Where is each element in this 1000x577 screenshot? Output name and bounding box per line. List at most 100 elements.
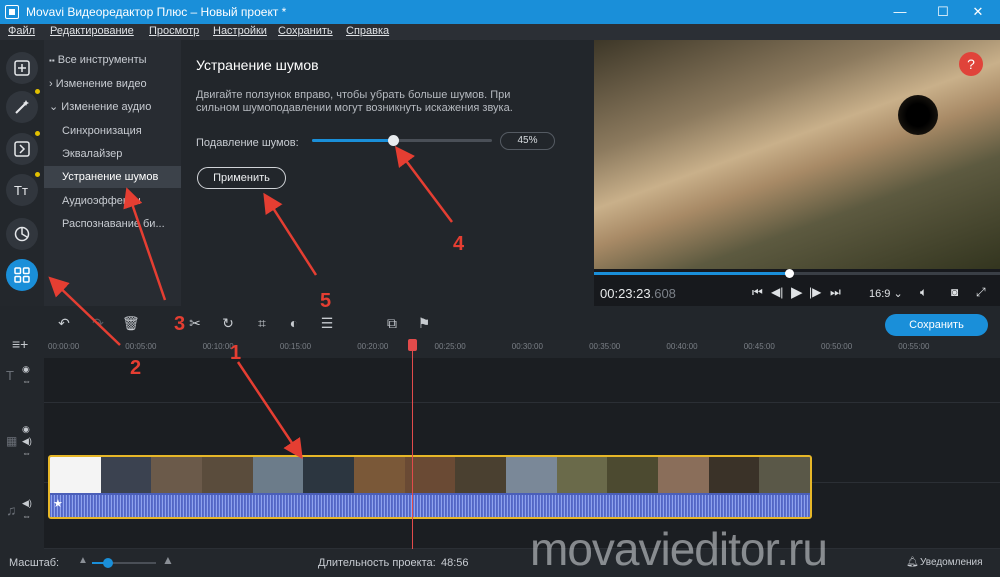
timeline[interactable]: ★ xyxy=(44,358,1000,549)
ruler-tick-label: 00:20:00 xyxy=(357,342,389,351)
close-button[interactable]: ✕ xyxy=(958,2,998,22)
tool-video-edit[interactable]: › Изменение видео xyxy=(44,73,181,95)
title-track[interactable] xyxy=(44,358,1000,403)
new-indicator xyxy=(35,131,40,136)
apply-button[interactable]: Применить xyxy=(197,167,286,189)
play-icon[interactable]: ▶ xyxy=(791,283,803,301)
ruler-tick-label: 00:30:00 xyxy=(511,342,543,351)
zoom-handle[interactable] xyxy=(103,558,113,568)
tools-list: ▪▪ Все инструменты › Изменение видео ⌄ И… xyxy=(44,40,181,306)
menu-view[interactable]: Просмотр xyxy=(149,25,199,37)
watermark: movavieditor.ru xyxy=(530,523,828,575)
ruler-tick-label: 00:50:00 xyxy=(821,342,853,351)
menu-file[interactable]: Файл xyxy=(8,25,35,37)
zoom-out-icon[interactable]: ▲ xyxy=(78,555,88,566)
snapshot-icon[interactable]: ◙ xyxy=(951,285,958,299)
transitions-button[interactable] xyxy=(6,131,40,165)
go-to-end-icon[interactable]: ⏭ xyxy=(830,285,841,300)
save-button[interactable]: Сохранить xyxy=(885,314,988,336)
audio-track[interactable] xyxy=(44,483,1000,549)
rotate-icon[interactable]: ↻ xyxy=(220,315,236,331)
ruler-tick-label: 00:55:00 xyxy=(898,342,930,351)
menu-save[interactable]: Сохранить xyxy=(278,25,333,37)
previous-frame-icon[interactable]: ◀| xyxy=(771,285,783,299)
go-to-start-icon[interactable]: ⏮ xyxy=(752,285,763,300)
delete-icon[interactable]: 🗑︎ xyxy=(122,315,140,331)
minimize-button[interactable]: — xyxy=(880,2,920,22)
menu-help[interactable]: Справка xyxy=(346,25,389,37)
slider-handle[interactable] xyxy=(388,135,399,146)
ruler-tick-label: 00:25:00 xyxy=(434,342,466,351)
add-track-icon[interactable]: ≡+ xyxy=(12,336,28,352)
marker-flag-icon[interactable]: ⚑ xyxy=(416,315,432,331)
progress-fill xyxy=(594,272,789,275)
window-title: Movavi Видеоредактор Плюс – Новый проект… xyxy=(26,5,287,19)
zoom-slider[interactable] xyxy=(92,558,156,568)
tool-audio-effects[interactable]: Аудиоэффекты xyxy=(44,190,181,212)
playback-progress[interactable] xyxy=(594,269,1000,278)
scale-label: Масштаб: xyxy=(9,557,60,569)
menu-edit[interactable]: Редактирование xyxy=(50,25,134,37)
link-icon[interactable]: ⇔ xyxy=(22,448,31,458)
titles-button[interactable]: Tт xyxy=(6,172,40,206)
annotation-label-3: 3 xyxy=(174,313,186,335)
stickers-button[interactable] xyxy=(6,218,38,250)
grid-icon: ▪▪ xyxy=(49,56,55,65)
crop-icon[interactable]: ⌗ xyxy=(254,315,270,331)
undo-icon[interactable]: ↶ xyxy=(56,315,72,331)
help-icon[interactable]: ? xyxy=(959,52,983,76)
volume-icon[interactable]: 🔈︎ xyxy=(920,285,927,300)
music-track-icon: ♫ xyxy=(6,502,17,518)
clip-properties-icon[interactable]: ☰ xyxy=(319,315,335,331)
chevron-down-icon: ⌄ xyxy=(49,101,59,113)
playhead xyxy=(412,341,413,549)
ruler-tick-label: 00:05:00 xyxy=(125,342,157,351)
link-icon[interactable]: ⇔ xyxy=(22,511,31,521)
tool-beat-detection[interactable]: Распознавание би... xyxy=(44,213,181,235)
video-frame: ? xyxy=(594,40,1000,269)
fullscreen-icon[interactable]: ⤢ xyxy=(976,285,986,300)
redo-icon[interactable]: ↷ xyxy=(90,315,106,331)
color-adjust-icon[interactable]: ◐ xyxy=(286,315,302,331)
zoom-in-icon[interactable]: ▲ xyxy=(162,553,174,567)
slider-label: Подавление шумов: xyxy=(196,137,299,149)
add-media-icon xyxy=(14,60,30,76)
eye-icon[interactable]: ◉ xyxy=(22,364,30,375)
filters-button[interactable] xyxy=(6,89,40,123)
import-button[interactable] xyxy=(6,52,38,84)
slider-value[interactable]: 45% xyxy=(500,132,555,150)
overlay-icon[interactable]: ⧉ xyxy=(384,315,400,331)
aspect-ratio-select[interactable]: 16:9 ⌄ xyxy=(869,287,903,300)
video-track[interactable]: ★ xyxy=(44,403,1000,519)
noise-suppression-slider[interactable] xyxy=(312,135,492,146)
timeline-ruler[interactable]: 00:00:00 00:05:00 00:10:00 00:15:00 00:20:00… xyxy=(0,340,1000,358)
tool-all-tools[interactable]: ▪▪ Все инструменты xyxy=(44,49,181,71)
tool-category-bar: Tт xyxy=(0,40,44,306)
duration-label: Длительность проекта: xyxy=(318,557,436,569)
duration-value: 48:56 xyxy=(441,557,469,569)
tool-audio-edit[interactable]: ⌄ Изменение аудио xyxy=(44,96,181,118)
eye-icon[interactable]: ◉ xyxy=(22,424,30,435)
link-icon[interactable]: ⇔ xyxy=(22,376,31,386)
panel-title: Устранение шумов xyxy=(196,57,319,73)
speaker-icon[interactable]: ◀) xyxy=(22,436,32,447)
maximize-button[interactable]: ☐ xyxy=(923,2,963,22)
speaker-icon[interactable]: ◀) xyxy=(22,498,32,509)
next-frame-icon[interactable]: |▶ xyxy=(809,285,821,299)
annotation-label-5: 5 xyxy=(320,290,332,312)
menu-settings[interactable]: Настройки xyxy=(213,25,267,37)
tool-noise-removal[interactable]: Устранение шумов xyxy=(44,166,181,188)
ruler-tick-label: 00:00:00 xyxy=(48,342,80,351)
notifications-button[interactable]: Уведомления xyxy=(920,557,983,568)
cut-icon[interactable]: ✂ xyxy=(187,315,203,331)
progress-handle[interactable] xyxy=(784,269,794,278)
video-cave-opening xyxy=(898,95,938,135)
annotation-label-2: 2 xyxy=(130,357,142,379)
tool-equalizer[interactable]: Эквалайзер xyxy=(44,143,181,165)
tool-sync[interactable]: Синхронизация xyxy=(44,120,181,142)
bell-icon[interactable]: 🔔︎ xyxy=(906,557,919,568)
timeline-toolbar: ↶ ↷ 🗑︎ ✂ ↻ ⌗ ◐ ☰ ⧉ ⚑ Сохранить xyxy=(0,306,1000,340)
app-icon xyxy=(5,5,19,19)
more-tools-button[interactable] xyxy=(6,259,38,291)
playhead-handle[interactable] xyxy=(408,339,417,351)
